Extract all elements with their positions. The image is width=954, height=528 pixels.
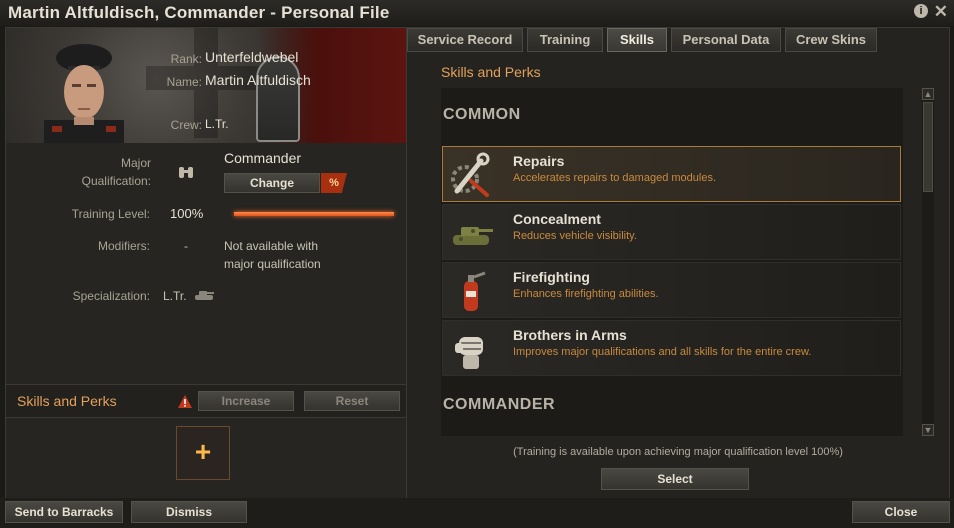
skills-perks-title: Skills and Perks: [17, 393, 117, 409]
major-qual-label-1: Major: [120, 156, 151, 170]
send-to-barracks-button[interactable]: Send to Barracks: [5, 501, 123, 523]
skill-name: Brothers in Arms: [513, 327, 627, 343]
training-progress-fill: [234, 212, 394, 216]
skill-item-firefighting[interactable]: Firefighting Enhances firefighting abili…: [442, 262, 901, 318]
scroll-up-icon[interactable]: ▲: [922, 88, 934, 100]
skills-perks-header: Skills and Perks Increase Reset: [6, 384, 406, 418]
rank-label: Rank:: [170, 52, 202, 66]
tab-training[interactable]: Training: [527, 28, 603, 52]
crew-value: L.Tr.: [205, 117, 229, 131]
window-title: Martin Altfuldisch, Commander - Personal…: [8, 3, 390, 22]
training-progress-bar: [234, 212, 394, 216]
crew-label: Crew:: [170, 118, 202, 132]
name-value: Martin Altfuldisch: [205, 72, 311, 88]
scroll-down-icon[interactable]: ▼: [922, 424, 934, 436]
select-button[interactable]: Select: [601, 468, 749, 490]
add-skill-slot[interactable]: +: [176, 426, 230, 480]
specialization-value: L.Tr.: [163, 289, 187, 303]
close-button[interactable]: Close: [852, 501, 950, 523]
commander-portrait: [44, 44, 124, 143]
reset-button[interactable]: Reset: [304, 391, 400, 411]
skill-name: Firefighting: [513, 269, 590, 285]
skills-list: COMMON Repairs Accelerates repairs to da…: [441, 88, 903, 436]
tab-skills[interactable]: Skills: [607, 28, 667, 52]
info-icon[interactable]: i: [914, 4, 928, 18]
skill-name: Concealment: [513, 211, 601, 227]
right-panel: Service Record Training Skills Personal …: [406, 27, 950, 499]
close-icon[interactable]: ✕: [934, 2, 948, 22]
camouflaged-tank-icon: [453, 227, 493, 245]
skill-description: Reduces vehicle visibility.: [513, 230, 637, 242]
skill-item-brothers-in-arms[interactable]: Brothers in Arms Improves major qualific…: [442, 320, 901, 376]
percent-badge[interactable]: %: [321, 173, 347, 193]
skills-scrollbar[interactable]: ▲ ▼: [922, 88, 934, 436]
group-heading-common: COMMON: [443, 106, 521, 123]
skill-item-concealment[interactable]: Concealment Reduces vehicle visibility.: [442, 204, 901, 260]
specialization-label: Specialization:: [72, 289, 150, 303]
wrench-icon: [451, 152, 490, 197]
increase-button[interactable]: Increase: [198, 391, 294, 411]
modifiers-note-line-2: major qualification: [224, 257, 321, 271]
scroll-thumb[interactable]: [923, 102, 933, 192]
portrait-area: Rank: Unterfeldwebel Name: Martin Altful…: [6, 28, 406, 143]
fire-extinguisher-icon: [464, 271, 486, 311]
light-tank-icon: [195, 291, 214, 300]
fist-icon: [455, 337, 483, 369]
group-heading-commander: COMMANDER: [443, 396, 556, 413]
skills-list-title: Skills and Perks: [441, 64, 541, 80]
rank-value: Unterfeldwebel: [205, 49, 299, 65]
left-panel: Rank: Unterfeldwebel Name: Martin Altful…: [5, 27, 407, 499]
major-qual-value: Commander: [224, 150, 302, 166]
training-level-label: Training Level:: [71, 207, 150, 221]
title-bar: Martin Altfuldisch, Commander - Personal…: [0, 0, 954, 26]
bottom-bar: Send to Barracks Dismiss Close: [0, 498, 954, 528]
skill-description: Improves major qualifications and all sk…: [513, 346, 812, 358]
modifiers-label: Modifiers:: [97, 239, 150, 253]
warning-icon: [178, 395, 192, 408]
major-qual-label-2: Qualification:: [81, 174, 151, 188]
shoulder-strap: [256, 56, 300, 142]
name-label: Name:: [166, 75, 202, 89]
tab-service-record[interactable]: Service Record: [407, 28, 523, 52]
tab-personal-data[interactable]: Personal Data: [671, 28, 781, 52]
training-level-value: 100%: [170, 206, 204, 221]
change-button[interactable]: Change: [224, 173, 320, 193]
tab-crew-skins[interactable]: Crew Skins: [785, 28, 877, 52]
binoculars-icon: [179, 167, 193, 178]
dismiss-button[interactable]: Dismiss: [131, 501, 247, 523]
modifiers-note-line-1: Not available with: [224, 239, 319, 253]
training-note: (Training is available upon achieving ma…: [513, 446, 843, 458]
modifiers-value: -: [184, 239, 188, 253]
skill-item-repairs[interactable]: Repairs Accelerates repairs to damaged m…: [442, 146, 901, 202]
skill-description: Accelerates repairs to damaged modules.: [513, 172, 716, 184]
skill-description: Enhances firefighting abilities.: [513, 288, 659, 300]
skill-name: Repairs: [513, 153, 565, 169]
